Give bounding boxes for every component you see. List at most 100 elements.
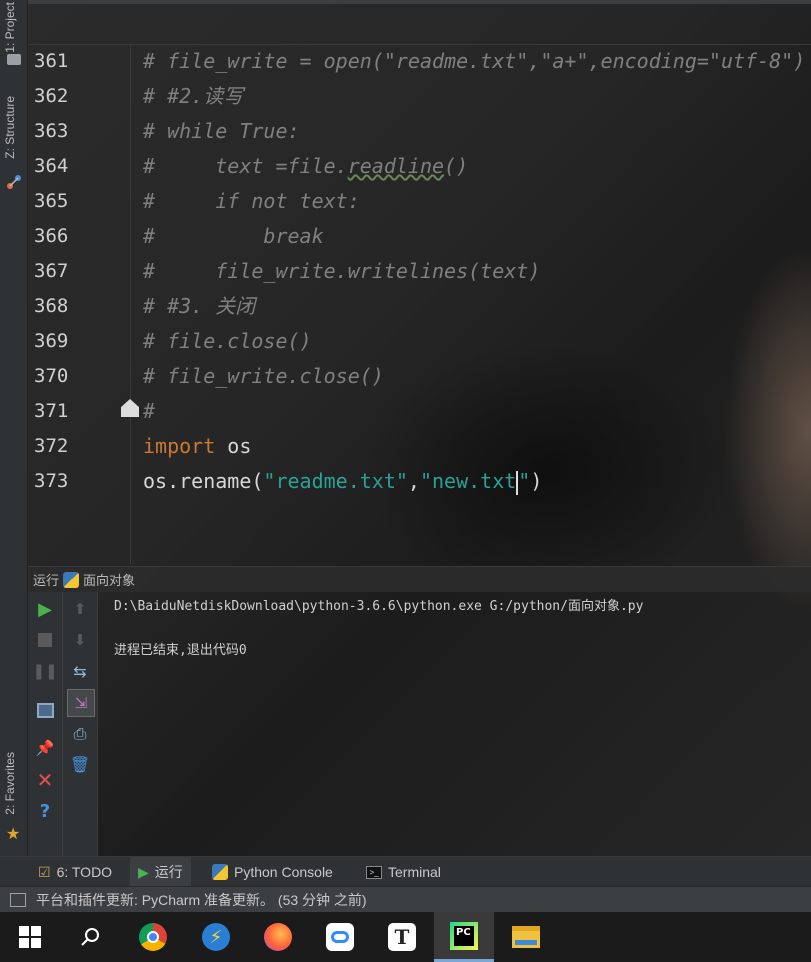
code-line[interactable]: 361 # file_write = open("readme.txt","a+"… — [28, 44, 811, 79]
code-text: # #3. 关闭 — [143, 289, 255, 324]
run-toolbar-primary: ▶ ❚❚ 📌 ✕ ? — [28, 592, 63, 856]
scroll-down-button[interactable]: ⬇ — [68, 628, 92, 652]
code-line[interactable]: 368 # #3. 关闭 — [28, 289, 811, 324]
code-text: # file_write = open("readme.txt","a+",en… — [143, 44, 805, 79]
code-text: # file.close() — [143, 324, 312, 359]
code-text: # if not text: — [143, 184, 360, 219]
firefox-taskbar-item[interactable] — [248, 912, 308, 962]
code-token: import — [143, 434, 216, 458]
todo-icon: ☑ — [38, 863, 51, 880]
code-line[interactable]: 372 import os — [28, 429, 811, 464]
chrome-taskbar-item[interactable] — [123, 912, 183, 962]
pycharm-taskbar-item[interactable]: PC — [434, 912, 494, 962]
tab-todo[interactable]: ☑ 6: TODO — [30, 857, 120, 887]
code-token: ) — [530, 469, 543, 493]
code-token: # text =file. — [143, 154, 348, 178]
project-tool-tab[interactable]: 1: Project — [3, 2, 17, 53]
trash-icon: 🗑 — [69, 754, 91, 774]
soft-wrap-button[interactable]: ⇆ — [68, 659, 92, 683]
code-line[interactable]: 370 # file_write.close() — [28, 359, 811, 394]
code-token: # if not text: — [143, 189, 360, 213]
pause-button[interactable]: ❚❚ — [32, 659, 57, 683]
code-token: "readme.txt" — [263, 469, 408, 493]
line-number: 364 — [34, 155, 69, 177]
line-number: 369 — [34, 330, 69, 352]
bottom-tool-tabs: ☑ 6: TODO ▶ 运行 Python Console >_ Termina… — [0, 856, 811, 887]
close-run-button[interactable]: ✕ — [33, 768, 57, 792]
code-line[interactable]: 371 # — [28, 394, 811, 429]
favorites-tool-tab[interactable]: 2: Favorites — [3, 752, 17, 815]
code-line[interactable]: 366 # break — [28, 219, 811, 254]
pin-icon: 📌 — [35, 739, 55, 757]
terminal-icon: >_ — [366, 865, 382, 879]
search-icon — [81, 928, 99, 946]
toggle-tool-windows-icon[interactable] — [10, 892, 26, 907]
code-text: # #2.读写 — [143, 79, 243, 114]
structure-tool-tab[interactable]: Z: Structure — [3, 96, 17, 159]
layout-button[interactable] — [33, 698, 57, 722]
structure-tab-label: Z: Structure — [3, 96, 17, 159]
favorites-tab-label: 2: Favorites — [3, 752, 17, 815]
folder-icon — [512, 926, 540, 948]
run-panel-title: 运行 — [33, 573, 60, 588]
line-number: 366 — [34, 225, 69, 247]
code-text: os.rename("readme.txt","new.txt ") — [143, 464, 542, 499]
code-token: # file_write = open("readme.txt","a+",en… — [143, 49, 806, 73]
typora-taskbar-item[interactable]: T — [372, 912, 432, 962]
help-button[interactable]: ? — [33, 799, 57, 823]
structure-icon — [7, 175, 21, 189]
code-editor[interactable]: 361 # file_write = open("readme.txt","a+"… — [28, 44, 811, 564]
line-number: 368 — [34, 295, 69, 317]
code-line[interactable]: 373 os.rename("readme.txt","new.txt ") — [28, 464, 811, 499]
code-token: # #2.读写 — [143, 84, 244, 108]
typora-icon: T — [388, 923, 416, 951]
code-token: # file_write.close() — [143, 364, 384, 388]
star-icon: ★ — [6, 824, 21, 843]
firefox-icon — [264, 923, 292, 951]
line-number: 372 — [34, 435, 69, 457]
tab-todo-label: 6: TODO — [56, 864, 113, 880]
run-console-output[interactable]: D:\BaiduNetdiskDownload\python-3.6.6\pyt… — [114, 596, 643, 662]
tab-terminal[interactable]: >_ Terminal — [358, 857, 449, 887]
code-token: # file_write.writelines(text) — [143, 259, 541, 283]
code-line[interactable]: 362 # #2.读写 — [28, 79, 811, 114]
file-explorer-taskbar-item[interactable] — [496, 912, 556, 962]
pin-tab-button[interactable]: 📌 — [33, 736, 57, 760]
rerun-button[interactable]: ▶ — [33, 597, 57, 621]
code-token: os.rename( — [143, 469, 264, 493]
code-token: # file.close() — [143, 329, 312, 353]
clear-all-button[interactable]: 🗑 — [68, 752, 92, 776]
code-line[interactable]: 369 # file.close() — [28, 324, 811, 359]
line-number: 365 — [34, 190, 69, 212]
start-button[interactable] — [0, 912, 60, 962]
tab-run[interactable]: ▶ 运行 — [130, 857, 191, 887]
code-line[interactable]: 364 # text =file.readline() — [28, 149, 811, 184]
tab-python-console[interactable]: Python Console — [204, 857, 341, 887]
thunder-taskbar-item[interactable]: ⚡ — [186, 912, 246, 962]
scroll-up-button[interactable]: ⬆ — [68, 597, 92, 621]
code-token: readline — [347, 154, 445, 178]
stop-icon — [38, 633, 52, 647]
run-icon: ▶ — [138, 863, 149, 880]
line-number: 373 — [34, 470, 69, 492]
search-button[interactable] — [60, 912, 120, 962]
code-line[interactable]: 363 # while True: — [28, 114, 811, 149]
arrow-up-icon: ⬆ — [73, 600, 87, 618]
stop-button[interactable] — [33, 628, 57, 652]
code-line[interactable]: 367 # file_write.writelines(text) — [28, 254, 811, 289]
baidu-netdisk-taskbar-item[interactable] — [310, 912, 370, 962]
python-file-icon — [63, 571, 80, 588]
run-toolbar-secondary: ⬆ ⬇ ⇆ ⇲ ⎙ 🗑 — [63, 592, 98, 856]
tab-python-console-label: Python Console — [234, 864, 333, 880]
print-button[interactable]: ⎙ — [68, 722, 92, 746]
left-tool-stripe: 1: Project Z: Structure 2: Favorites ★ — [0, 0, 28, 856]
arrow-down-icon: ⬇ — [73, 631, 87, 649]
scroll-to-end-button[interactable]: ⇲ — [67, 689, 95, 717]
line-number: 362 — [34, 85, 69, 107]
code-line[interactable]: 365 # if not text: — [28, 184, 811, 219]
code-text: # while True: — [143, 114, 300, 149]
code-text: # file_write.close() — [143, 359, 384, 394]
folder-icon — [7, 54, 21, 65]
status-message[interactable]: 平台和插件更新: PyCharm 准备更新。 (53 分钟 之前) — [36, 890, 367, 910]
